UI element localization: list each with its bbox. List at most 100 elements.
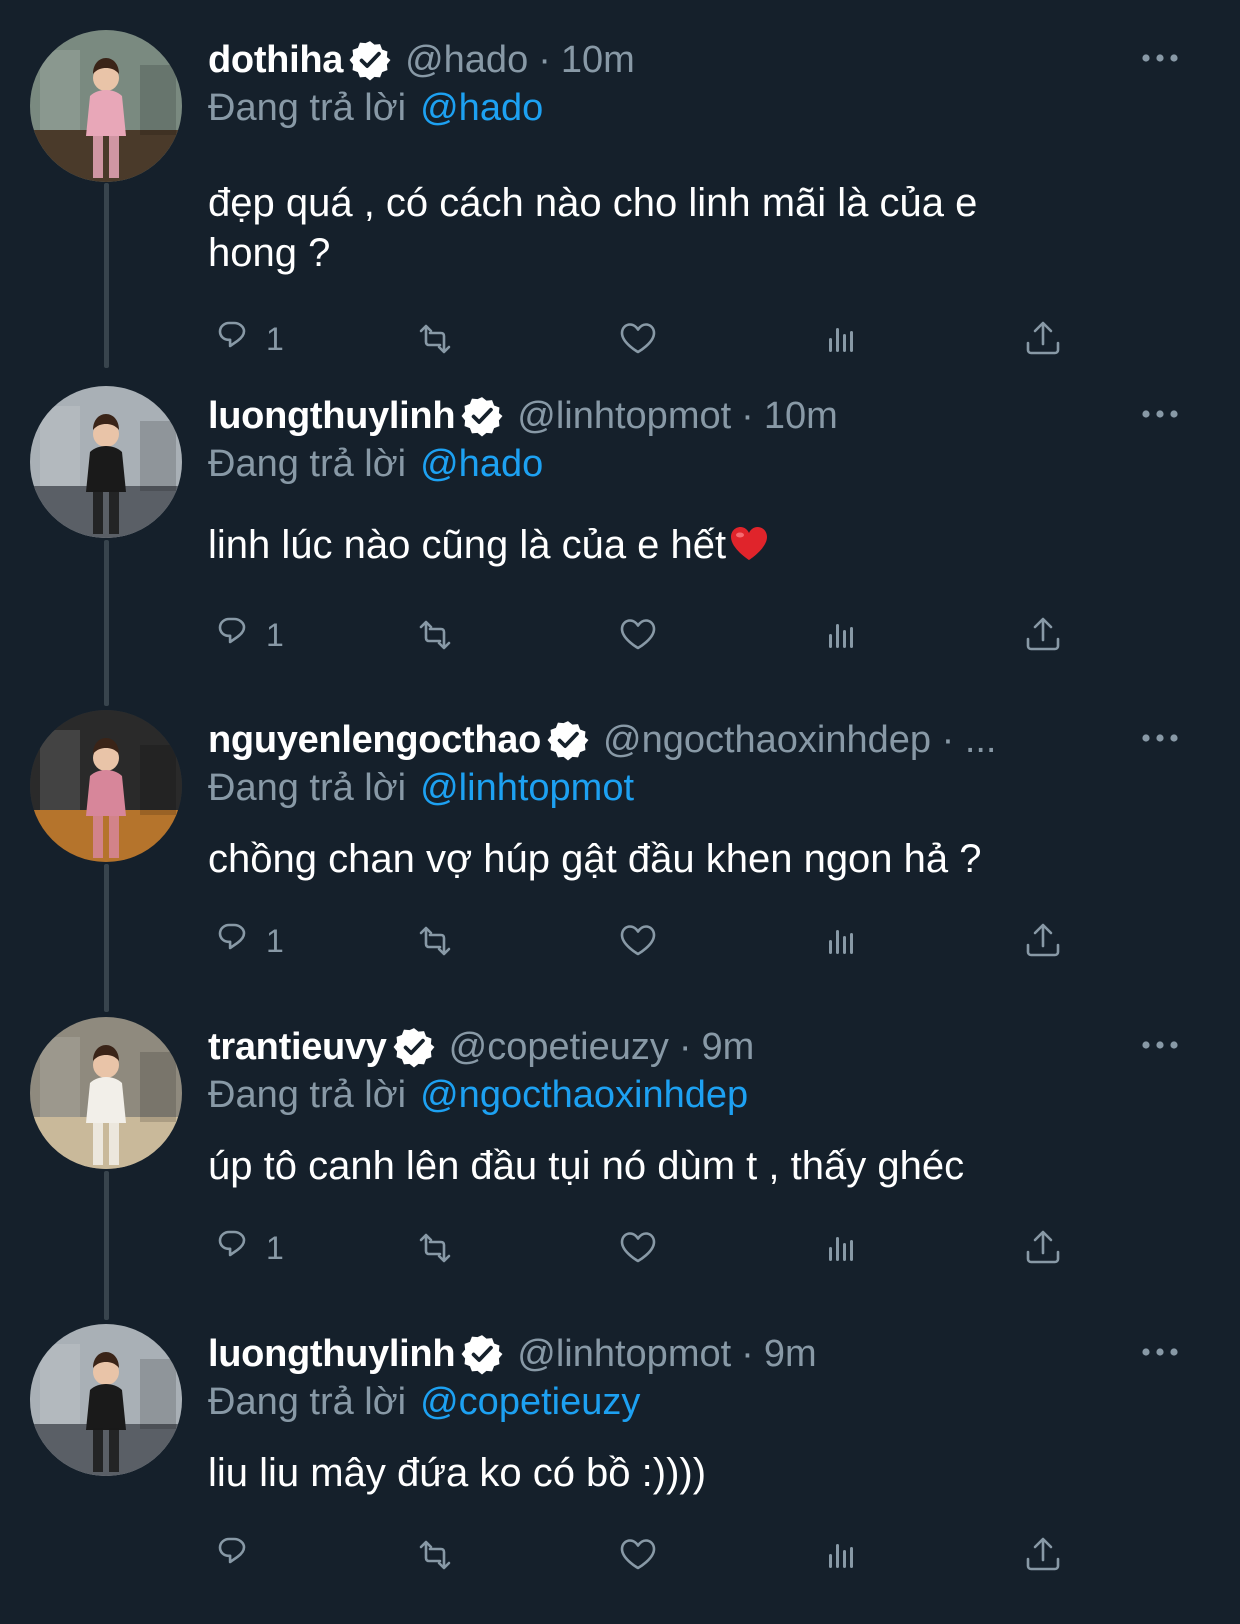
tweet-timestamp[interactable]: 9m [764, 1332, 817, 1376]
more-horizontal-icon[interactable] [1140, 48, 1180, 68]
heart-outline-icon [613, 1223, 663, 1273]
display-name[interactable]: luongthuylinh [208, 1332, 456, 1376]
share-upload-icon [1018, 1223, 1068, 1273]
replying-to-label: Đang trả lời [208, 443, 407, 485]
display-name[interactable]: trantieuvy [208, 1025, 387, 1069]
tweet-text-line: đẹp quá , có cách nào cho linh mãi là củ… [208, 178, 1108, 228]
like-button[interactable] [613, 1530, 663, 1580]
user-handle[interactable]: @hado [405, 38, 528, 82]
reply-button[interactable]: 1 [208, 610, 284, 660]
share-button[interactable] [1018, 916, 1068, 966]
share-upload-icon [1018, 1530, 1068, 1580]
like-button[interactable] [613, 1223, 663, 1273]
tweet-timestamp[interactable]: 9m [702, 1025, 755, 1069]
retweet-icon [410, 610, 460, 660]
avatar[interactable] [30, 30, 182, 182]
replying-to-line: Đang trả lời @hado [208, 86, 543, 130]
tweet[interactable]: trantieuvy @copetieuzy · 9m Đang trả lời @ngo… [0, 1017, 1240, 1317]
tweet-text: đẹp quá , có cách nào cho linh mãi là củ… [208, 178, 1108, 278]
share-button[interactable] [1018, 1530, 1068, 1580]
analytics-bars-icon [816, 1530, 866, 1580]
verified-badge-icon [349, 39, 391, 81]
user-handle[interactable]: @linhtopmot [517, 394, 731, 438]
share-button[interactable] [1018, 1223, 1068, 1273]
display-name[interactable]: nguyenlengocthao [208, 718, 541, 762]
tweet[interactable]: dothiha @hado · 10m Đang trả lời @hado đẹp quá… [0, 30, 1240, 357]
heart-outline-icon [613, 1530, 663, 1580]
reply-button[interactable]: 1 [208, 1223, 284, 1273]
tweet-text-span: úp tô canh lên đầu tụi nó dùm t , thấy g… [208, 1144, 965, 1188]
avatar[interactable] [30, 386, 182, 538]
tweet-actions: 1 [0, 314, 1240, 364]
tweet-actions: 1 [0, 610, 1240, 660]
reply-bubble-icon [208, 916, 258, 966]
reply-target-link[interactable]: @linhtopmot [420, 767, 634, 809]
views-button[interactable] [816, 1530, 866, 1580]
verified-badge-icon [461, 1333, 503, 1375]
user-handle[interactable]: @copetieuzy [449, 1025, 669, 1069]
views-button[interactable] [816, 314, 866, 364]
share-button[interactable] [1018, 610, 1068, 660]
display-name[interactable]: dothiha [208, 38, 343, 82]
analytics-bars-icon [816, 1223, 866, 1273]
heart-outline-icon [613, 610, 663, 660]
tweet-text-span: đẹp quá , có cách nào cho linh mãi là củ… [208, 181, 978, 225]
tweet-header: nguyenlengocthao @ngocthaoxinhdep · ... [208, 718, 997, 762]
reply-button[interactable]: 1 [208, 314, 284, 364]
replying-to-line: Đang trả lời @copetieuzy [208, 1380, 640, 1424]
like-button[interactable] [613, 916, 663, 966]
avatar[interactable] [30, 1017, 182, 1169]
tweet[interactable]: luongthuylinh @linhtopmot · 9m Đang trả lời @… [0, 1324, 1240, 1624]
like-button[interactable] [613, 314, 663, 364]
more-horizontal-icon[interactable] [1140, 404, 1180, 424]
avatar[interactable] [30, 710, 182, 862]
retweet-icon [410, 1223, 460, 1273]
reply-target-link[interactable]: @hado [420, 443, 543, 485]
reply-button[interactable] [208, 1530, 266, 1580]
tweet-text: liu liu mây đứa ko có bồ :)))) [208, 1448, 1108, 1498]
retweet-button[interactable] [410, 314, 460, 364]
more-horizontal-icon[interactable] [1140, 1342, 1180, 1362]
more-horizontal-icon[interactable] [1140, 1035, 1180, 1055]
more-horizontal-icon[interactable] [1140, 728, 1180, 748]
views-button[interactable] [816, 610, 866, 660]
separator-dot: · [741, 395, 754, 437]
share-button[interactable] [1018, 314, 1068, 364]
separator-dot: · [741, 1333, 754, 1375]
tweet-text-span: hong ? [208, 231, 331, 275]
views-button[interactable] [816, 1223, 866, 1273]
like-button[interactable] [613, 610, 663, 660]
retweet-icon [410, 916, 460, 966]
retweet-button[interactable] [410, 916, 460, 966]
display-name[interactable]: luongthuylinh [208, 394, 456, 438]
tweet[interactable]: luongthuylinh @linhtopmot · 10m Đang trả lời… [0, 386, 1240, 686]
user-handle[interactable]: @ngocthaoxinhdep · ... [603, 718, 997, 762]
user-handle[interactable]: @linhtopmot [517, 1332, 731, 1376]
tweet-text-span: linh lúc nào cũng là của e hết [208, 523, 727, 567]
tweet-text-span: liu liu mây đứa ko có bồ :)))) [208, 1451, 707, 1495]
views-button[interactable] [816, 916, 866, 966]
tweet-timestamp[interactable]: 10m [764, 394, 838, 438]
retweet-button[interactable] [410, 610, 460, 660]
tweet-text: úp tô canh lên đầu tụi nó dùm t , thấy g… [208, 1141, 1108, 1191]
reply-thread: dothiha @hado · 10m Đang trả lời @hado đẹp quá… [0, 0, 1240, 1595]
verified-badge-icon [393, 1026, 435, 1068]
avatar[interactable] [30, 1324, 182, 1476]
retweet-button[interactable] [410, 1530, 460, 1580]
retweet-button[interactable] [410, 1223, 460, 1273]
tweet-timestamp[interactable]: 10m [561, 38, 635, 82]
tweet-header: luongthuylinh @linhtopmot · 9m [208, 1332, 817, 1376]
reply-target-link[interactable]: @hado [420, 87, 543, 129]
tweet-text: chồng chan vợ húp gật đầu khen ngon hả ? [208, 834, 1108, 884]
tweet-header: luongthuylinh @linhtopmot · 10m [208, 394, 838, 438]
reply-target-link[interactable]: @copetieuzy [420, 1381, 640, 1423]
share-upload-icon [1018, 314, 1068, 364]
tweet-text-line: úp tô canh lên đầu tụi nó dùm t , thấy g… [208, 1141, 1108, 1191]
reply-bubble-icon [208, 610, 258, 660]
reply-button[interactable]: 1 [208, 916, 284, 966]
retweet-icon [410, 1530, 460, 1580]
reply-target-link[interactable]: @ngocthaoxinhdep [420, 1074, 748, 1116]
tweet[interactable]: nguyenlengocthao @ngocthaoxinhdep · ... Đa… [0, 710, 1240, 1010]
replying-to-label: Đang trả lời [208, 1074, 407, 1116]
analytics-bars-icon [816, 314, 866, 364]
